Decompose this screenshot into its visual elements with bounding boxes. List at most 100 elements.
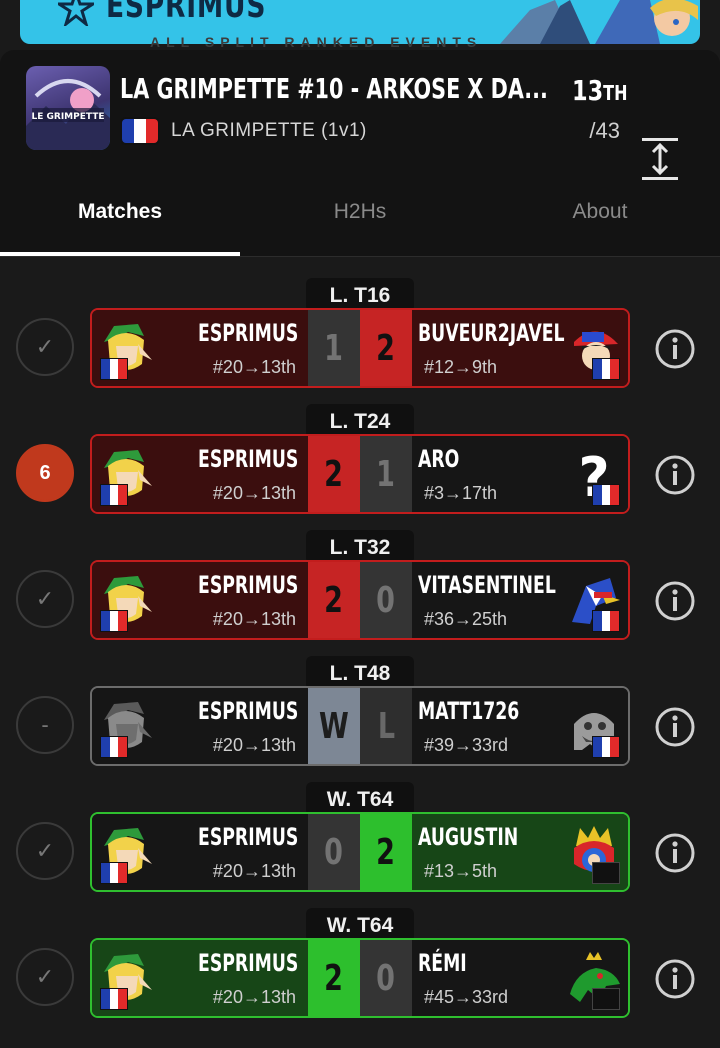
france-flag-icon — [100, 736, 128, 758]
left-player-seed: #20→13th — [212, 357, 296, 377]
match-row[interactable]: L. T24 6 ESPRIMUS #20→13th 2 1 ARO #3→17… — [0, 404, 720, 514]
match-row[interactable]: L. T48 - ESPRIMUS #20→13th W L MATT1726 … — [0, 656, 720, 766]
tab-bar: Matches H2Hs About — [0, 190, 720, 256]
right-score-value: 0 — [376, 580, 396, 621]
left-player-name[interactable]: ESPRIMUS — [198, 823, 298, 851]
left-score: W — [308, 688, 360, 764]
info-icon[interactable] — [654, 328, 696, 370]
svg-text:LE GRIMPETTE: LE GRIMPETTE — [31, 112, 104, 122]
right-player-seed: #36→25th — [424, 609, 508, 629]
tab-about[interactable]: About — [480, 190, 720, 256]
france-flag-icon — [592, 610, 620, 632]
right-score: 2 — [360, 310, 412, 386]
placement-suffix: TH — [603, 81, 628, 105]
france-flag-icon — [592, 736, 620, 758]
left-player-name[interactable]: ESPRIMUS — [198, 319, 298, 347]
left-player-seed: #20→13th — [212, 861, 296, 881]
right-score-value: 1 — [376, 454, 396, 495]
right-score-value: 0 — [376, 958, 396, 999]
round-label: L. T48 — [306, 656, 414, 690]
expand-collapse-icon[interactable] — [640, 136, 680, 182]
tournament-logo-art: LE GRIMPETTE — [26, 79, 110, 150]
left-player-name[interactable]: ESPRIMUS — [198, 445, 298, 473]
left-score-value: 2 — [324, 958, 344, 999]
banner-title: ESPRIMUS — [106, 0, 267, 26]
france-flag-icon — [592, 484, 620, 506]
match-card[interactable]: ESPRIMUS #20→13th W L MATT1726 #39→33rd — [90, 686, 630, 766]
check-icon[interactable]: ✓ — [16, 318, 74, 376]
france-flag-icon — [100, 988, 128, 1010]
right-player-seed: #3→17th — [424, 483, 498, 503]
check-icon[interactable]: ✓ — [16, 570, 74, 628]
left-score-value: 2 — [324, 454, 344, 495]
left-score: 2 — [308, 436, 360, 512]
left-score-value: 0 — [324, 832, 344, 873]
left-score: 2 — [308, 562, 360, 638]
match-card[interactable]: ESPRIMUS #20→13th 2 0 VITASENTINEL #36→2… — [90, 560, 630, 640]
left-player-seed: #20→13th — [212, 483, 296, 503]
match-row[interactable]: L. T32 ✓ ESPRIMUS #20→13th 2 0 VITASENTI… — [0, 530, 720, 640]
info-icon[interactable] — [654, 832, 696, 874]
match-row[interactable]: W. T64 ✓ ESPRIMUS #20→13th 2 0 RÉMI #45→… — [0, 908, 720, 1018]
match-card[interactable]: ESPRIMUS #20→13th 2 1 ARO #3→17th ? — [90, 434, 630, 514]
info-icon[interactable] — [654, 958, 696, 1000]
star-icon — [58, 0, 94, 26]
round-label: L. T32 — [306, 530, 414, 564]
profile-nav-strip: ALL SPLIT RANKED EVENTS — [150, 34, 483, 50]
dash-icon[interactable]: - — [16, 696, 74, 754]
match-row[interactable]: W. T64 ✓ ESPRIMUS #20→13th 0 2 AUGUSTIN … — [0, 782, 720, 892]
france-flag-icon — [120, 117, 160, 145]
placement-number: 13 — [572, 74, 604, 107]
match-card[interactable]: ESPRIMUS #20→13th 2 0 RÉMI #45→33rd — [90, 938, 630, 1018]
right-score-value: 2 — [376, 832, 396, 873]
match-row[interactable]: L. T16 ✓ ESPRIMUS #20→13th 1 2 BUVEUR2JA… — [0, 278, 720, 388]
info-icon[interactable] — [654, 454, 696, 496]
round-label: L. T16 — [306, 278, 414, 312]
right-score: 1 — [360, 436, 412, 512]
tournament-title[interactable]: LA GRIMPETTE #10 - ARKOSE X DA... — [120, 72, 548, 105]
right-player-name[interactable]: RÉMI — [418, 949, 467, 977]
left-player-seed: #20→13th — [212, 987, 296, 1007]
right-player-seed: #39→33rd — [424, 735, 509, 755]
right-score-value: L — [377, 706, 395, 747]
left-player-name[interactable]: ESPRIMUS — [198, 697, 298, 725]
france-flag-icon — [100, 484, 128, 506]
right-score: 0 — [360, 940, 412, 1016]
tab-divider — [0, 256, 720, 257]
info-icon[interactable] — [654, 706, 696, 748]
check-icon[interactable]: ✓ — [16, 948, 74, 1006]
event-name: LA GRIMPETTE (1v1) — [171, 120, 367, 141]
tab-h2hs[interactable]: H2Hs — [240, 190, 480, 256]
placement: 13TH — [572, 74, 627, 107]
right-player-name[interactable]: ARO — [418, 445, 459, 473]
right-player-name[interactable]: AUGUSTIN — [418, 823, 518, 851]
left-player-name[interactable]: ESPRIMUS — [198, 571, 298, 599]
right-player-seed: #45→33rd — [424, 987, 509, 1007]
tournament-logo[interactable]: LE GRIMPETTE — [26, 66, 110, 150]
left-score: 1 — [308, 310, 360, 386]
france-flag-icon — [100, 610, 128, 632]
france-flag-icon — [100, 862, 128, 884]
france-flag-icon — [592, 358, 620, 380]
right-player-name[interactable]: BUVEUR2JAVEL — [418, 319, 565, 347]
info-icon[interactable] — [654, 580, 696, 622]
tab-matches[interactable]: Matches — [0, 190, 240, 256]
match-card[interactable]: ESPRIMUS #20→13th 0 2 AUGUSTIN #13→5th — [90, 812, 630, 892]
right-score: 0 — [360, 562, 412, 638]
flag-placeholder — [592, 988, 620, 1010]
france-flag-icon — [100, 358, 128, 380]
tournament-header: LE GRIMPETTE LA GRIMPETTE #10 - ARKOSE X… — [0, 50, 720, 256]
left-score: 2 — [308, 940, 360, 1016]
right-player-name[interactable]: VITASENTINEL — [418, 571, 556, 599]
check-icon[interactable]: ✓ — [16, 822, 74, 880]
match-number-badge[interactable]: 6 — [16, 444, 74, 502]
left-score-value: 2 — [324, 580, 344, 621]
left-score-value: W — [319, 706, 349, 747]
match-card[interactable]: ESPRIMUS #20→13th 1 2 BUVEUR2JAVEL #12→9… — [90, 308, 630, 388]
right-score: L — [360, 688, 412, 764]
right-score-value: 2 — [376, 328, 396, 369]
right-player-name[interactable]: MATT1726 — [418, 697, 519, 725]
left-player-name[interactable]: ESPRIMUS — [198, 949, 298, 977]
flag-placeholder — [592, 862, 620, 884]
left-score-value: 1 — [324, 328, 344, 369]
